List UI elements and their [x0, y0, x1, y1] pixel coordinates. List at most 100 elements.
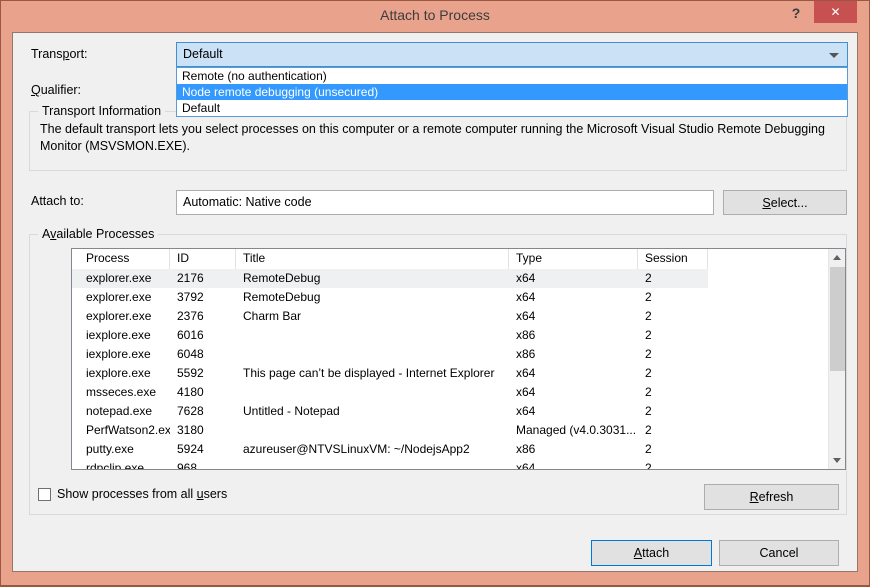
show-all-users-label: Show processes from all users [57, 487, 227, 501]
row-filler [708, 288, 845, 307]
cell-type: x86 [509, 345, 638, 364]
cell-session: 2 [638, 383, 708, 402]
cell-process: msseces.exe [72, 383, 170, 402]
help-icon[interactable]: ? [785, 3, 807, 23]
scrollbar-thumb[interactable] [830, 267, 845, 371]
cell-title: This page can’t be displayed - Internet … [236, 364, 509, 383]
cell-id: 3792 [170, 288, 236, 307]
cell-title [236, 345, 509, 364]
cell-title [236, 421, 509, 440]
scroll-down-icon[interactable] [829, 452, 846, 469]
row-filler [708, 440, 845, 459]
show-all-users-checkbox[interactable] [38, 488, 51, 501]
row-filler [708, 307, 845, 326]
process-list: Process ID Title Type Session explorer.e… [71, 248, 846, 470]
cell-session: 2 [638, 402, 708, 421]
select-button[interactable]: Select... [723, 190, 847, 215]
cell-type: x64 [509, 402, 638, 421]
refresh-button[interactable]: Refresh [704, 484, 839, 510]
cell-title [236, 459, 509, 469]
cell-process: iexplore.exe [72, 326, 170, 345]
cell-session: 2 [638, 364, 708, 383]
dropdown-option[interactable]: Remote (no authentication) [177, 68, 847, 84]
qualifier-label: Qualifier: [31, 83, 81, 97]
cell-process: rdpclip.exe [72, 459, 170, 469]
cell-type: x64 [509, 459, 638, 469]
transport-information-title: Transport Information [38, 104, 165, 118]
process-row[interactable]: rdpclip.exe968 x642 [72, 459, 845, 469]
cell-id: 2176 [170, 269, 236, 288]
cell-title [236, 383, 509, 402]
cancel-button[interactable]: Cancel [719, 540, 839, 566]
process-row[interactable]: iexplore.exe6016x862 [72, 326, 845, 345]
column-header-session[interactable]: Session [638, 249, 708, 269]
cell-id: 5924 [170, 440, 236, 459]
chevron-down-icon [829, 53, 839, 58]
column-header-id[interactable]: ID [170, 249, 236, 269]
cell-process: PerfWatson2.exe [72, 421, 170, 440]
cell-session: 2 [638, 459, 708, 469]
process-row[interactable]: PerfWatson2.exe3180Managed (v4.0.3031...… [72, 421, 845, 440]
dialog-title: Attach to Process [1, 7, 869, 23]
row-filler [708, 402, 845, 421]
column-header-title[interactable]: Title [236, 249, 509, 269]
cell-id: 968 [170, 459, 236, 469]
cell-id: 7628 [170, 402, 236, 421]
cell-id: 4180 [170, 383, 236, 402]
attach-to-value: Automatic: Native code [183, 195, 312, 209]
cell-type: x64 [509, 288, 638, 307]
transport-selected-value: Default [183, 47, 223, 61]
cell-process: explorer.exe [72, 288, 170, 307]
cell-type: x86 [509, 326, 638, 345]
row-filler [708, 326, 845, 345]
row-filler [708, 269, 845, 288]
cell-type: x64 [509, 269, 638, 288]
cell-session: 2 [638, 307, 708, 326]
column-header-process[interactable]: Process [72, 249, 170, 269]
cell-session: 2 [638, 269, 708, 288]
process-row[interactable]: explorer.exe2376Charm Barx642 [72, 307, 845, 326]
process-row[interactable]: explorer.exe3792RemoteDebugx642 [72, 288, 845, 307]
process-row[interactable]: explorer.exe2176RemoteDebugx642 [72, 269, 845, 288]
row-filler [708, 459, 845, 469]
cell-type: Managed (v4.0.3031... [509, 421, 638, 440]
process-rows: explorer.exe2176RemoteDebugx642explorer.… [72, 269, 845, 469]
cell-id: 5592 [170, 364, 236, 383]
cell-process: explorer.exe [72, 269, 170, 288]
transport-dropdown-list: Remote (no authentication)Node remote de… [176, 67, 848, 117]
transport-combobox[interactable]: Default [176, 42, 848, 67]
process-row[interactable]: notepad.exe7628Untitled - Notepadx642 [72, 402, 845, 421]
process-row[interactable]: putty.exe5924azureuser@NTVSLinuxVM: ~/No… [72, 440, 845, 459]
cell-title: Untitled - Notepad [236, 402, 509, 421]
cell-process: notepad.exe [72, 402, 170, 421]
process-row[interactable]: iexplore.exe5592This page can’t be displ… [72, 364, 845, 383]
close-icon[interactable]: ✕ [814, 1, 857, 23]
dropdown-option[interactable]: Default [177, 100, 847, 116]
process-row[interactable]: msseces.exe4180x642 [72, 383, 845, 402]
row-filler [708, 421, 845, 440]
cell-process: putty.exe [72, 440, 170, 459]
dialog-body: Transport: Default Remote (no authentica… [12, 32, 858, 572]
cell-process: explorer.exe [72, 307, 170, 326]
column-header-filler [708, 249, 845, 269]
attach-to-label: Attach to: [31, 194, 84, 208]
cell-process: iexplore.exe [72, 345, 170, 364]
process-row[interactable]: iexplore.exe6048x862 [72, 345, 845, 364]
dropdown-option[interactable]: Node remote debugging (unsecured) [177, 84, 847, 100]
cell-title: Charm Bar [236, 307, 509, 326]
process-list-header: Process ID Title Type Session [72, 249, 845, 269]
cell-title [236, 326, 509, 345]
attach-button[interactable]: Attach [591, 540, 712, 566]
vertical-scrollbar[interactable] [828, 249, 845, 469]
cell-session: 2 [638, 288, 708, 307]
cell-process: iexplore.exe [72, 364, 170, 383]
attach-to-field[interactable]: Automatic: Native code [176, 190, 714, 215]
scroll-up-icon[interactable] [829, 249, 846, 266]
row-filler [708, 345, 845, 364]
cell-session: 2 [638, 326, 708, 345]
available-processes-title: Available Processes [38, 227, 158, 241]
cell-session: 2 [638, 345, 708, 364]
title-bar[interactable]: Attach to Process ? ✕ [1, 1, 869, 32]
column-header-type[interactable]: Type [509, 249, 638, 269]
transport-label: Transport: [31, 47, 88, 61]
